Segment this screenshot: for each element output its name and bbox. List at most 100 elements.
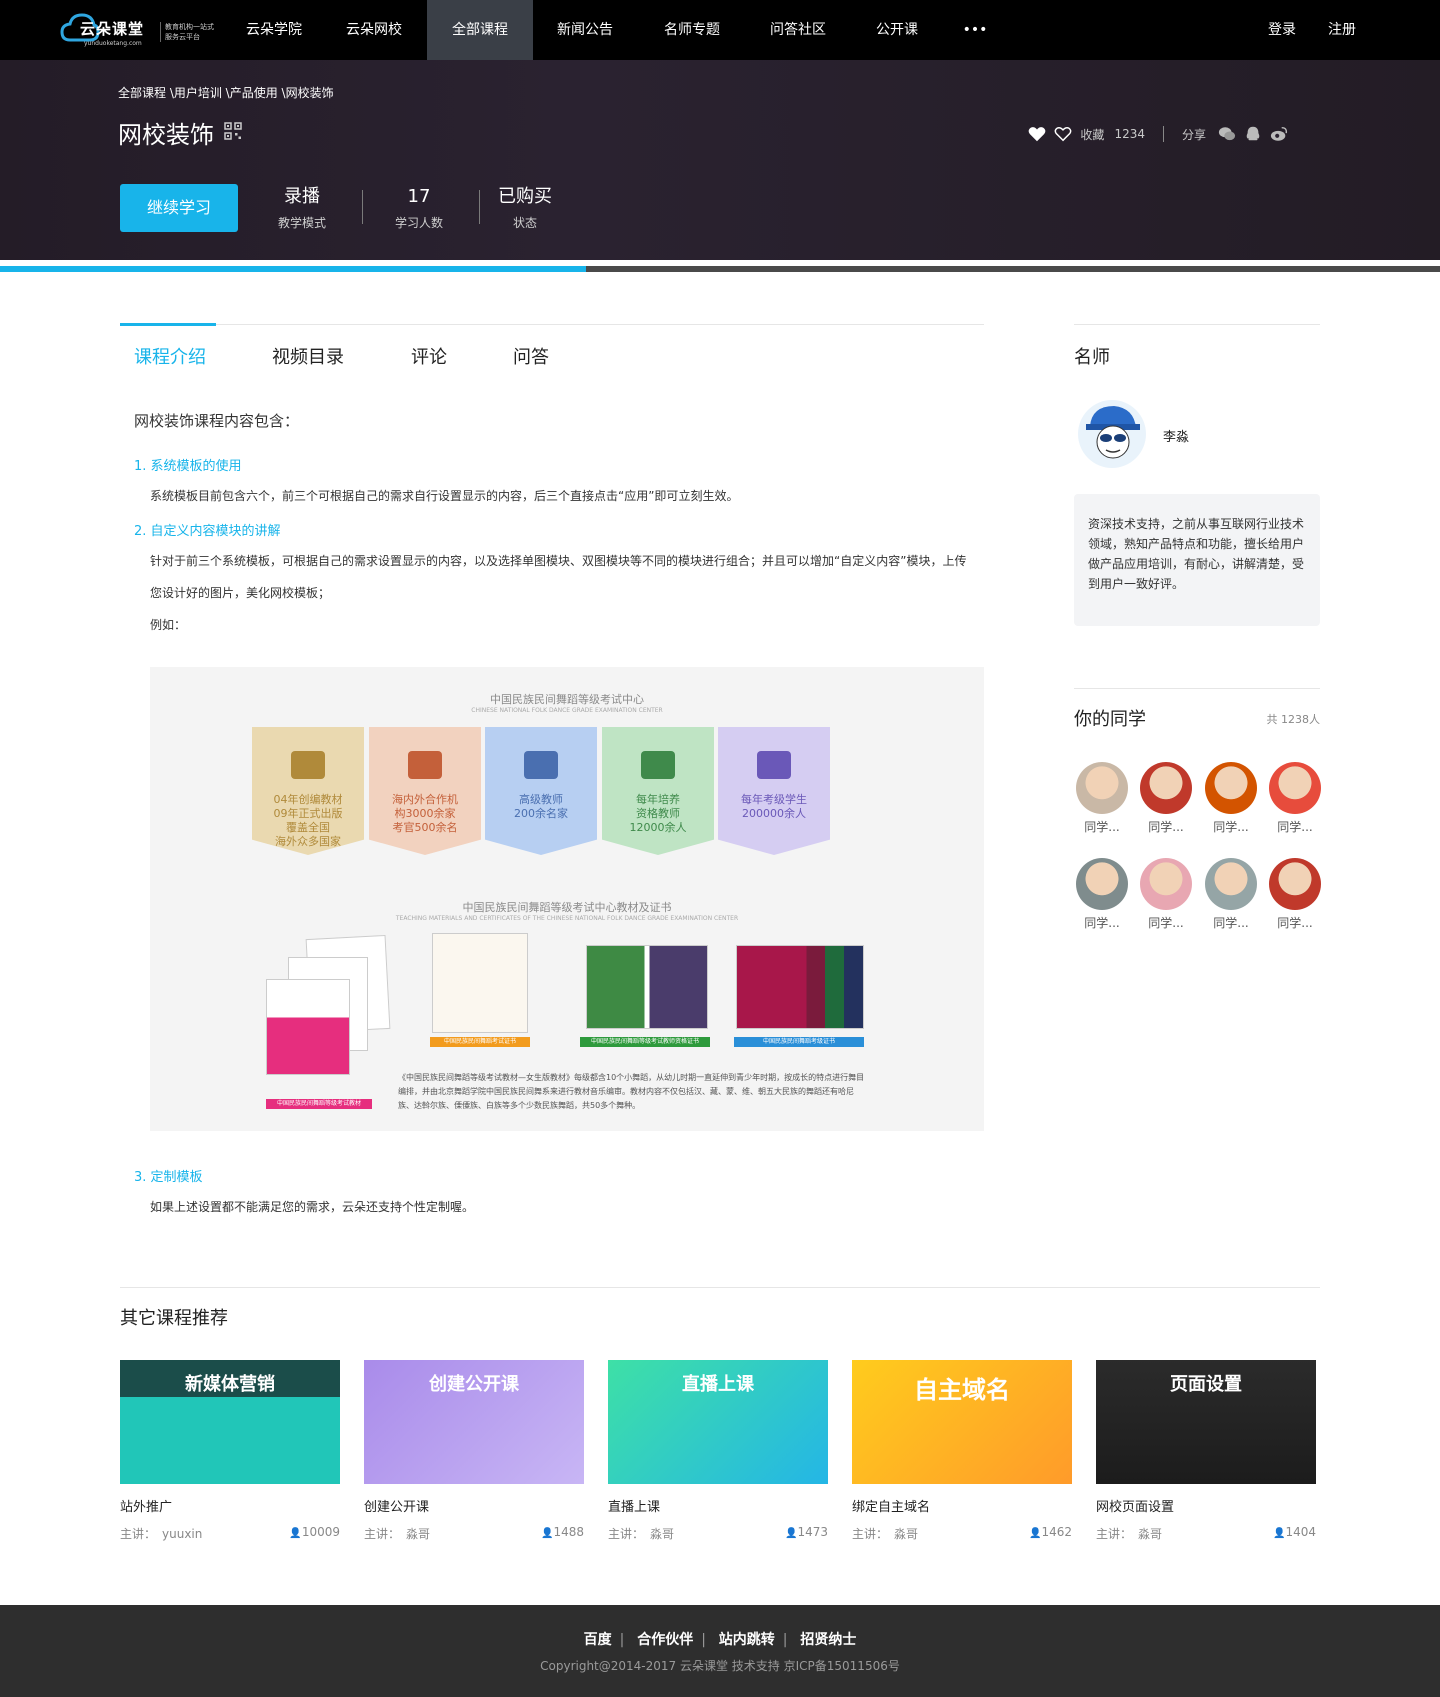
stat-value: 已购买 — [498, 186, 552, 207]
course-thumbnail[interactable]: 直播上课 — [608, 1360, 828, 1484]
footer: 百度 | 合作伙伴 | 站内跳转 | 招贤纳士 Copyright@2014-2017… — [0, 1605, 1440, 1697]
figure-subtitle: TEACHING MATERIALS AND CERTIFICATES OF T… — [395, 915, 739, 922]
learner-count-value: 10009 — [301, 1525, 340, 1539]
avatar — [1205, 858, 1257, 910]
nav-item-qa[interactable]: 问答社区 — [758, 0, 838, 60]
weibo-icon[interactable] — [1270, 125, 1288, 143]
divider — [1162, 126, 1164, 142]
qrcode-icon[interactable] — [224, 122, 242, 140]
course-card[interactable]: 直播上课 直播上课 主讲： 淼哥 👤1473 — [608, 1360, 828, 1541]
course-name[interactable]: 直播上课 — [608, 1496, 828, 1515]
footer-link-site-jump[interactable]: 站内跳转 — [719, 1632, 775, 1648]
course-name[interactable]: 创建公开课 — [364, 1496, 584, 1515]
course-thumbnail[interactable]: 页面设置 — [1096, 1360, 1316, 1484]
figure-title: 中国民族民间舞蹈等级考试中心 — [490, 693, 644, 706]
favorite-label[interactable]: 收藏 — [1080, 126, 1104, 143]
lecturer-name: 淼哥 — [1138, 1527, 1163, 1541]
continue-learning-button[interactable]: 继续学习 — [120, 184, 238, 232]
divider — [120, 1287, 1320, 1288]
tab-course-intro[interactable]: 课程介绍 — [134, 343, 206, 369]
lecturer-name: yuuxin — [162, 1527, 203, 1541]
ribbon-text: 高级教师 200余名家 — [514, 793, 568, 820]
stat-label: 状态 — [512, 216, 537, 230]
heart-outline-icon[interactable] — [1054, 125, 1072, 143]
section-heading: 1. 系统模板的使用 — [134, 459, 242, 474]
avatar — [1076, 858, 1128, 910]
classmate-item[interactable]: 同学... — [1267, 858, 1323, 931]
nav-item-open-class[interactable]: 公开课 — [865, 0, 929, 60]
classmate-name: 同学... — [1148, 916, 1184, 930]
qq-icon[interactable] — [1244, 125, 1262, 143]
teacher-name[interactable]: 李淼 — [1163, 426, 1189, 445]
course-name[interactable]: 站外推广 — [120, 1496, 340, 1515]
footer-link-careers[interactable]: 招贤纳士 — [800, 1632, 856, 1648]
certificate-image — [736, 945, 864, 1029]
divider: | — [701, 1632, 706, 1648]
section-paragraph: 如果上述设置都不能满足您的需求，云朵还支持个性定制喔。 — [150, 1200, 475, 1214]
lecturer-prefix: 主讲： — [364, 1527, 401, 1541]
ribbon-icon — [757, 751, 791, 779]
avatar[interactable] — [1078, 400, 1146, 468]
course-card[interactable]: 创建公开课 创建公开课 主讲： 淼哥 👤1488 — [364, 1360, 584, 1541]
classmate-item[interactable]: 同学... — [1074, 762, 1130, 835]
section-paragraph: 您设计好的图片，美化网校模板； — [150, 586, 331, 600]
classmate-item[interactable]: 同学... — [1203, 858, 1259, 931]
lecturer-prefix: 主讲： — [120, 1527, 157, 1541]
course-thumbnail[interactable]: 创建公开课 — [364, 1360, 584, 1484]
footer-link-partners[interactable]: 合作伙伴 — [637, 1632, 693, 1648]
nav-item-teachers[interactable]: 名师专题 — [652, 0, 732, 60]
classmate-name: 同学... — [1084, 820, 1120, 834]
user-icon: 👤 — [1029, 1528, 1042, 1539]
course-card[interactable]: 页面设置 网校页面设置 主讲： 淼哥 👤1404 — [1096, 1360, 1316, 1541]
ribbon-text: 海内外合作机 构3000余家 考官500余名 — [392, 793, 458, 834]
tab-comments[interactable]: 评论 — [411, 343, 447, 369]
stat-label: 学习人数 — [394, 216, 443, 230]
nav-item-yunduo-school[interactable]: 云朵网校 — [334, 0, 414, 60]
breadcrumb[interactable]: 全部课程 \用户培训 \产品使用 \网校装饰 — [118, 84, 334, 101]
course-thumbnail[interactable]: 自主域名 — [852, 1360, 1072, 1484]
classmate-item[interactable]: 同学... — [1074, 858, 1130, 931]
classmate-item[interactable]: 同学... — [1267, 762, 1323, 835]
classmate-item[interactable]: 同学... — [1203, 762, 1259, 835]
lecturer-name: 淼哥 — [650, 1527, 675, 1541]
course-meta: 主讲： 淼哥 👤1473 — [608, 1525, 828, 1541]
course-name[interactable]: 网校页面设置 — [1096, 1496, 1316, 1515]
wechat-icon[interactable] — [1218, 125, 1236, 143]
course-card[interactable]: 自主域名 绑定自主域名 主讲： 淼哥 👤1462 — [852, 1360, 1072, 1541]
classmate-item[interactable]: 同学... — [1138, 858, 1194, 931]
teacher-avatar-icon — [1086, 406, 1140, 459]
lecturer-prefix: 主讲： — [1096, 1527, 1133, 1541]
login-link[interactable]: 登录 — [1268, 0, 1296, 60]
logo-url: yunduoketang.com — [84, 40, 142, 47]
nav-item-yunduo-academy[interactable]: 云朵学院 — [236, 0, 312, 60]
register-link[interactable]: 注册 — [1328, 0, 1356, 60]
nav-item-all-courses[interactable]: 全部课程 — [427, 0, 533, 60]
user-icon: 👤 — [1273, 1528, 1286, 1539]
course-hero: 全部课程 \用户培训 \产品使用 \网校装饰 网校装饰 收藏 1234 分享 继… — [0, 60, 1440, 260]
course-thumbnail[interactable]: 新媒体营销 — [120, 1360, 340, 1484]
nav-more-button[interactable]: ••• — [955, 0, 995, 60]
course-tabs: 课程介绍 视频目录 评论 问答 — [120, 323, 984, 388]
tab-video-catalog[interactable]: 视频目录 — [272, 343, 344, 369]
certificate-image — [586, 945, 708, 1029]
logo[interactable]: 云朵课堂 yunduoketang.com 教育机构一站式服务云平台 — [60, 10, 216, 50]
course-card[interactable]: 新媒体营销 站外推广 主讲： yuuxin 👤10009 — [120, 1360, 340, 1541]
classmate-item[interactable]: 同学... — [1138, 762, 1194, 835]
sidebar-title: 名师 — [1074, 347, 1110, 368]
heart-filled-icon[interactable] — [1028, 125, 1046, 143]
footer-link-baidu[interactable]: 百度 — [584, 1632, 612, 1648]
lecturer-prefix: 主讲： — [608, 1527, 645, 1541]
share-label: 分享 — [1181, 127, 1206, 142]
caption: 中国民族民间舞蹈考试证书 — [430, 1037, 530, 1047]
thumbnail-text: 自主域名 — [914, 1376, 1010, 1404]
tab-qa[interactable]: 问答 — [513, 343, 549, 369]
logo-text: 云朵课堂 — [80, 20, 145, 38]
course-name[interactable]: 绑定自主域名 — [852, 1496, 1072, 1515]
classmate-name: 同学... — [1148, 820, 1184, 834]
stat-ribbon: 高级教师 200余名家 — [485, 727, 597, 855]
classmates-title: 你的同学 — [1074, 709, 1146, 730]
course-meta: 主讲： yuuxin 👤10009 — [120, 1525, 340, 1541]
divider: | — [619, 1632, 625, 1648]
course-progress-bar — [0, 266, 1440, 272]
nav-item-news[interactable]: 新闻公告 — [545, 0, 625, 60]
